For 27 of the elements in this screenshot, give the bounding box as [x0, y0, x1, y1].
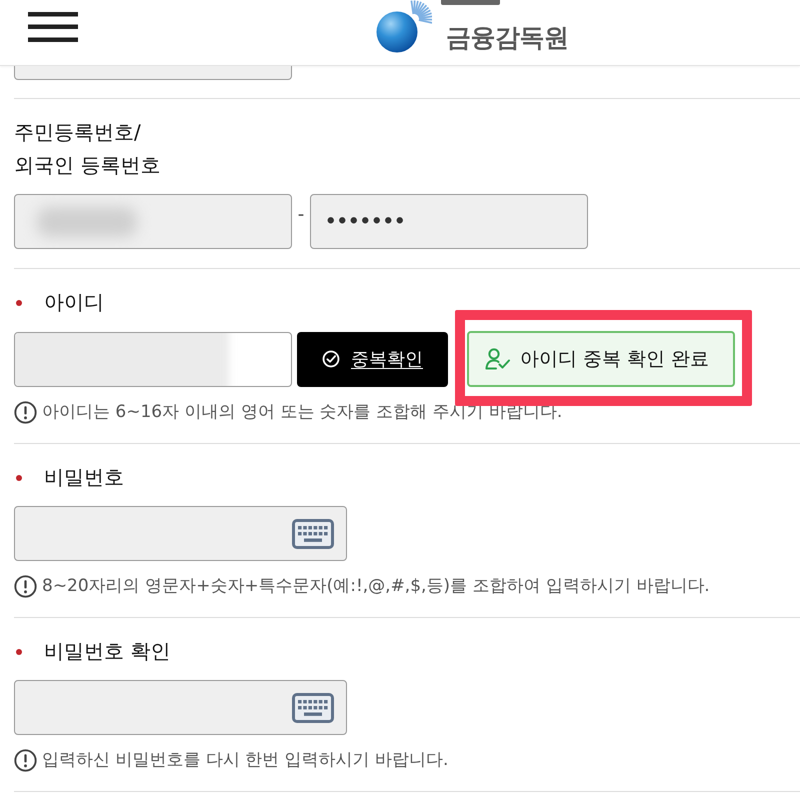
- info-icon: [14, 400, 37, 424]
- field-label: 비밀번호: [44, 464, 124, 491]
- person-check-icon: [485, 348, 511, 370]
- field-label: 비밀번호 확인: [44, 638, 170, 665]
- hint-text: 입력하신 비밀번호를 다시 한번 입력하시기 바랍니다.: [42, 749, 448, 772]
- hint-text: 8~20자리의 영문자+숫자+특수문자(예:!,@,#,$,등)를 조합하여 입력하시기 바랍니다.: [42, 575, 710, 598]
- check-complete-button[interactable]: 아이디 중복 확인 완료: [467, 331, 735, 387]
- separator-text: -: [296, 204, 306, 225]
- field-label: 아이디: [44, 289, 104, 316]
- menu-icon[interactable]: [28, 12, 78, 42]
- input-field[interactable]: [14, 66, 292, 80]
- logo-text[interactable]: 금융감독원: [446, 20, 568, 54]
- info-icon: [14, 574, 37, 598]
- keyboard-icon[interactable]: [292, 692, 334, 722]
- info-icon: [14, 748, 37, 772]
- logo-icon[interactable]: [376, 0, 432, 52]
- check-circle-icon: [322, 350, 340, 368]
- keyboard-icon[interactable]: [292, 518, 334, 548]
- input-field[interactable]: [14, 194, 292, 249]
- duplicate-check-button[interactable]: 중복확인: [297, 332, 448, 386]
- password-field[interactable]: •••••••: [310, 194, 588, 249]
- field-label: 주민등록번호/ 외국인 등록번호: [14, 119, 160, 179]
- input-field[interactable]: [14, 332, 292, 386]
- password-field[interactable]: [14, 506, 347, 561]
- hint-text: 아이디는 6~16자 이내의 영어 또는 숫자를 조합해 주시기 바랍니다.: [42, 401, 562, 424]
- password-field[interactable]: [14, 680, 347, 735]
- header-tab-mark: [441, 0, 500, 5]
